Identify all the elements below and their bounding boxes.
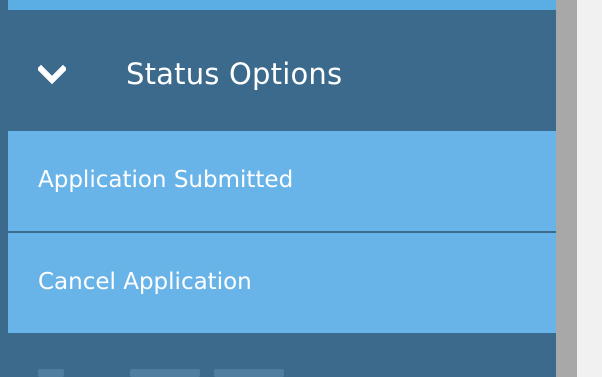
- next-section-header[interactable]: [8, 333, 556, 377]
- menu-item-label: Application Submitted: [38, 167, 294, 193]
- clipped-header-text: [38, 369, 298, 377]
- scrollbar[interactable]: [556, 0, 577, 377]
- section-header-label: Status Options: [126, 57, 343, 91]
- scrollbar-thumb[interactable]: [556, 0, 577, 377]
- chevron-down-icon[interactable]: [38, 61, 66, 89]
- status-options-header[interactable]: Status Options: [8, 19, 556, 131]
- menu-item-label: Cancel Application: [38, 269, 252, 295]
- content-area: [577, 0, 602, 377]
- previous-item-edge[interactable]: [8, 0, 556, 10]
- page: Status Options Application Submitted Can…: [0, 0, 602, 377]
- sidebar: Status Options Application Submitted Can…: [8, 0, 556, 377]
- divider: [8, 10, 556, 19]
- sidebar-left-edge: [0, 0, 8, 377]
- menu-item-application-submitted[interactable]: Application Submitted: [8, 131, 556, 231]
- menu-item-cancel-application[interactable]: Cancel Application: [8, 233, 556, 333]
